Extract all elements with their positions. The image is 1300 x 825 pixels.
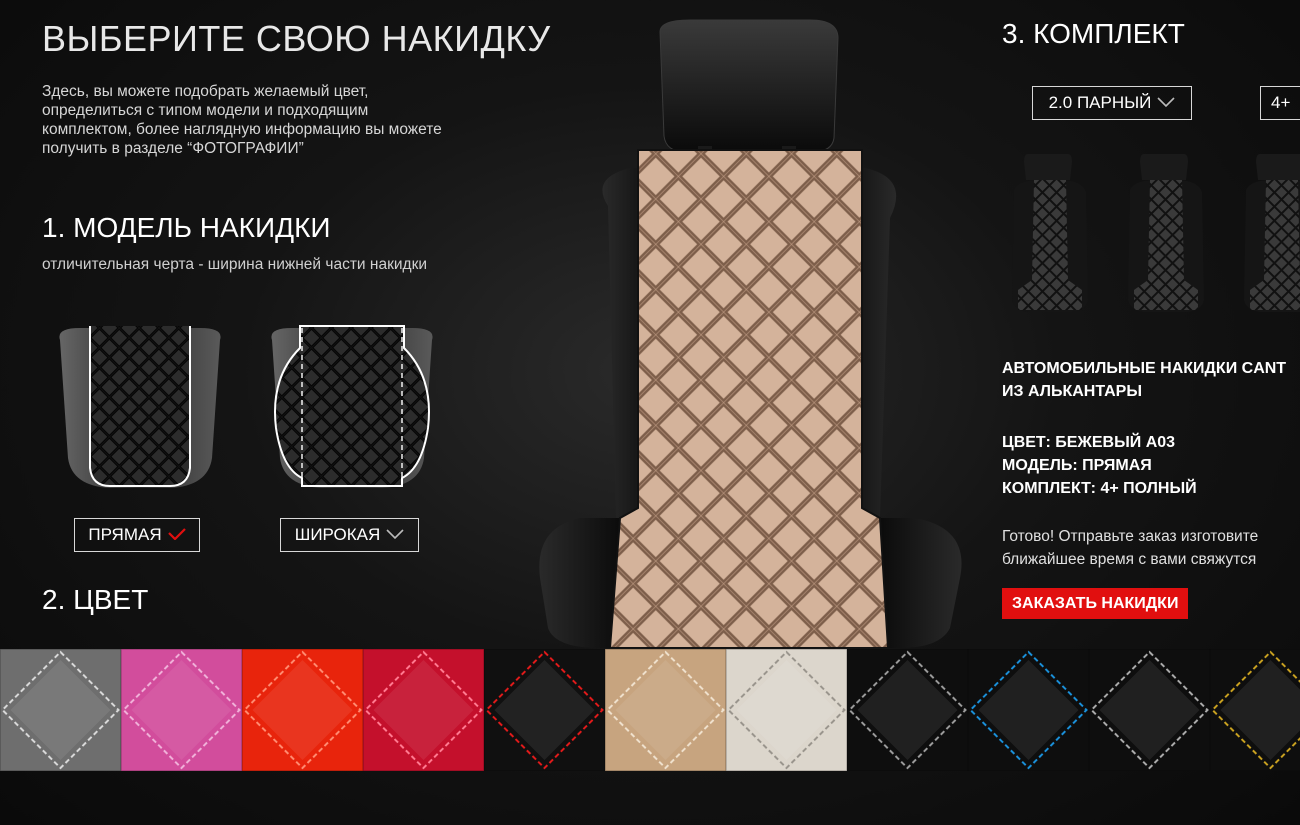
model-subtitle: отличительная черта - ширина нижней част… (42, 256, 428, 273)
order-button[interactable]: ЗАКАЗАТЬ НАКИДКИ (1002, 588, 1189, 619)
model-heading: 1. МОДЕЛЬ НАКИДКИ (42, 212, 331, 243)
color-swatch[interactable] (605, 649, 726, 771)
color-swatch[interactable] (847, 649, 968, 771)
ready-line1: Готово! Отправьте заказ изготовите (1002, 528, 1259, 545)
ready-line2: ближайшее время с вами свяжутся (1002, 551, 1257, 568)
color-swatch[interactable] (121, 649, 242, 771)
check-icon (167, 525, 186, 545)
color-swatch[interactable] (968, 649, 1089, 771)
kit-pair-label: 2.0 ПАРНЫЙ (1048, 93, 1152, 112)
chevron-down-icon (386, 525, 404, 545)
chevron-down-icon (1157, 93, 1175, 113)
color-swatch[interactable] (726, 649, 847, 771)
kit-full-button[interactable]: 4+ (1260, 86, 1300, 120)
ready-message: Готово! Отправьте заказ изготовите ближа… (1002, 525, 1258, 571)
color-swatch[interactable] (1210, 649, 1300, 771)
summary-model: МОДЕЛЬ: ПРЯМАЯ (1002, 457, 1152, 474)
kit-heading: 3. КОМПЛЕКТ (1002, 18, 1185, 49)
seat-preview-image (520, 18, 975, 649)
color-swatch[interactable] (0, 649, 121, 771)
kit-pair-button[interactable]: 2.0 ПАРНЫЙ (1032, 86, 1192, 120)
kit-seats-image (1000, 150, 1300, 335)
kit-full-label: 4+ (1271, 93, 1291, 112)
model-wide-image[interactable] (262, 318, 442, 494)
color-swatch[interactable] (484, 649, 605, 771)
model-wide-button[interactable]: ШИРОКАЯ (280, 518, 419, 552)
page-description: Здесь, вы можете подобрать желаемый цвет… (42, 83, 442, 157)
page-title: ВЫБЕРИТЕ СВОЮ НАКИДКУ (42, 18, 551, 59)
model-wide-label: ШИРОКАЯ (294, 525, 381, 544)
model-straight-image[interactable] (50, 318, 230, 494)
summary-product-line2: ИЗ АЛЬКАНТАРЫ (1002, 383, 1142, 400)
color-swatch-strip (0, 649, 1300, 771)
summary-color: ЦВЕТ: БЕЖЕВЫЙ А03 (1002, 434, 1176, 451)
color-heading: 2. ЦВЕТ (42, 584, 149, 615)
color-swatch[interactable] (242, 649, 363, 771)
color-swatch[interactable] (363, 649, 484, 771)
model-straight-label: ПРЯМАЯ (88, 525, 162, 544)
summary-kit: КОМПЛЕКТ: 4+ ПОЛНЫЙ (1002, 480, 1197, 497)
model-straight-button[interactable]: ПРЯМАЯ (74, 518, 200, 552)
summary-product-line1: АВТОМОБИЛЬНЫЕ НАКИДКИ CANT (1002, 360, 1287, 377)
color-swatch[interactable] (1089, 649, 1210, 771)
